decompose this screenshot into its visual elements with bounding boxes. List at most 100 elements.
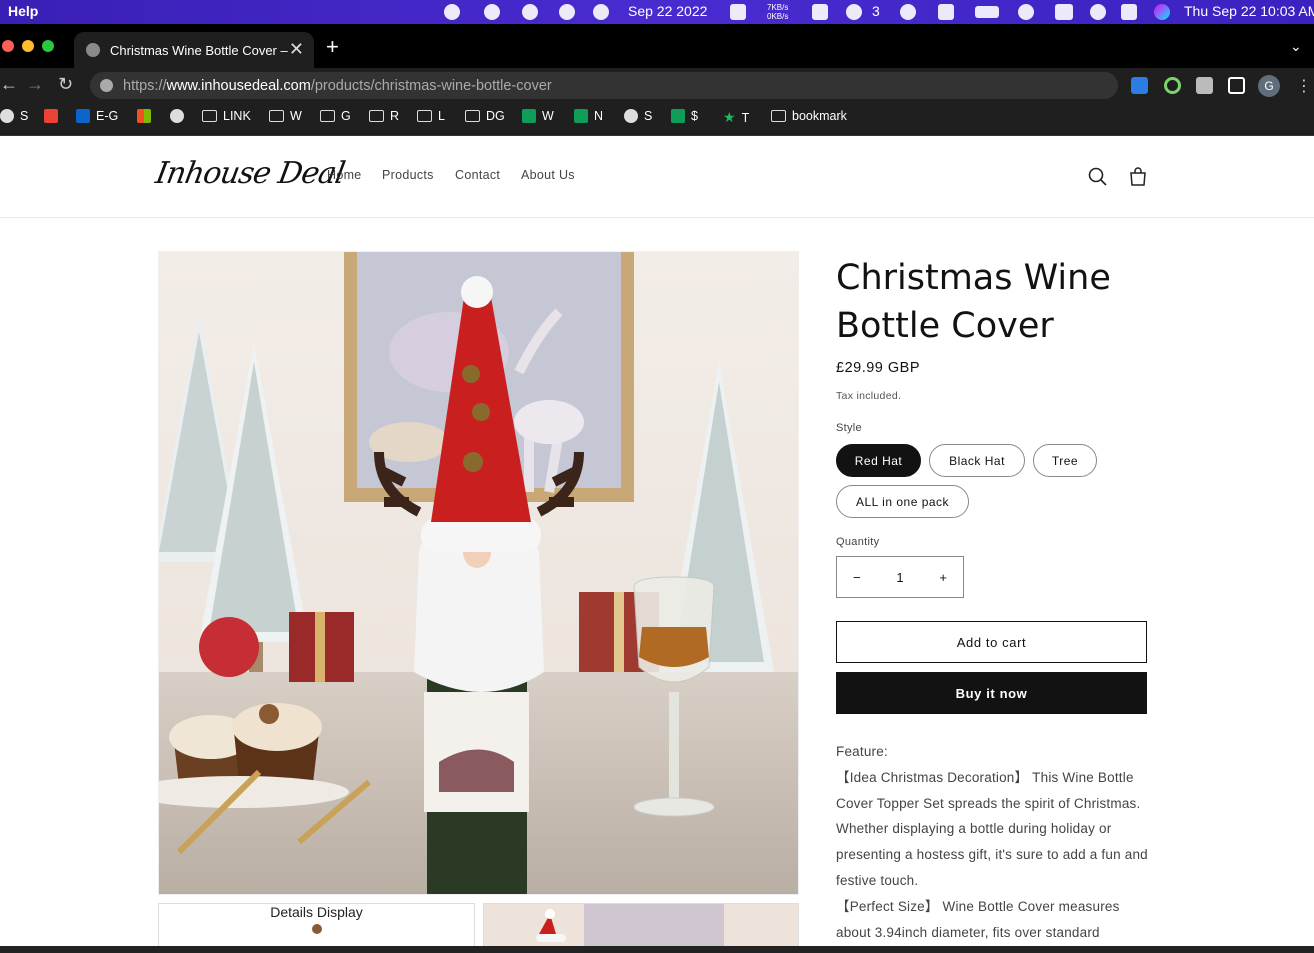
menubar-date[interactable]: Sep 22 2022 bbox=[628, 3, 707, 19]
bookmark-item[interactable]: W bbox=[522, 109, 554, 123]
close-tab-icon[interactable]: ✕ bbox=[289, 39, 304, 60]
nav-home[interactable]: Home bbox=[327, 168, 362, 182]
style-option-black-hat[interactable]: Black Hat bbox=[929, 444, 1025, 477]
bookmark-label: G bbox=[341, 109, 351, 123]
address-bar[interactable]: https://www.inhousedeal.com/products/chr… bbox=[90, 72, 1118, 99]
cart-icon[interactable] bbox=[1127, 166, 1149, 188]
battery-icon[interactable] bbox=[975, 6, 999, 18]
style-option-tree[interactable]: Tree bbox=[1033, 444, 1097, 477]
maximize-window-icon[interactable] bbox=[42, 40, 54, 52]
bookmark-item[interactable]: S bbox=[0, 109, 28, 123]
search-icon[interactable] bbox=[1087, 166, 1109, 188]
bookmark-item[interactable] bbox=[137, 109, 157, 123]
quantity-input[interactable]: 1 bbox=[896, 570, 903, 585]
tab-title: Christmas Wine Bottle Cover – bbox=[110, 42, 288, 58]
nav-products[interactable]: Products bbox=[382, 168, 434, 182]
cat-icon[interactable] bbox=[730, 4, 746, 20]
bookmark-item[interactable] bbox=[170, 109, 190, 123]
bookmark-item[interactable]: bookmark bbox=[771, 109, 847, 123]
viking-icon[interactable] bbox=[484, 4, 500, 20]
style-option-all-in-one[interactable]: ALL in one pack bbox=[836, 485, 969, 518]
bookmark-label: bookmark bbox=[792, 109, 847, 123]
quantity-decrease-button[interactable]: − bbox=[853, 570, 861, 585]
tax-note: Tax included. bbox=[836, 390, 902, 402]
bookmark-item[interactable]: DG bbox=[465, 109, 505, 123]
teamviewer-icon[interactable] bbox=[559, 4, 575, 20]
wifi-icon[interactable] bbox=[1018, 4, 1034, 20]
line-icon[interactable] bbox=[444, 4, 460, 20]
keyboard-icon[interactable] bbox=[1055, 4, 1073, 20]
spotlight-search-icon[interactable] bbox=[1090, 4, 1106, 20]
control-center-icon[interactable] bbox=[1121, 4, 1137, 20]
add-to-cart-button[interactable]: Add to cart bbox=[836, 621, 1147, 663]
bookmark-item[interactable]: G bbox=[320, 109, 351, 123]
browser-tab[interactable]: Christmas Wine Bottle Cover – ✕ bbox=[74, 32, 314, 68]
time-machine-icon[interactable] bbox=[900, 4, 916, 20]
bookmarks-bar bbox=[0, 102, 1314, 136]
bookmark-label: W bbox=[290, 109, 302, 123]
nav-about-us[interactable]: About Us bbox=[521, 168, 575, 182]
web-page: Inhouse Deal Home Products Contact About… bbox=[0, 136, 1314, 946]
site-logo[interactable]: Inhouse Deal bbox=[153, 156, 347, 191]
bookmark-label: N bbox=[594, 109, 604, 123]
quantity-label: Quantity bbox=[836, 536, 880, 548]
gmail-icon bbox=[44, 109, 58, 123]
folder-icon bbox=[269, 110, 284, 122]
menu-help[interactable]: Help bbox=[8, 3, 38, 19]
qq-icon[interactable] bbox=[522, 4, 538, 20]
globe-icon bbox=[86, 43, 100, 57]
quantity-increase-button[interactable]: + bbox=[939, 570, 947, 585]
description-paragraph: 【Idea Christmas Decoration】 This Wine Bo… bbox=[836, 769, 1148, 888]
thumbnail-image[interactable] bbox=[483, 903, 799, 946]
wechat-icon[interactable] bbox=[846, 4, 862, 20]
bookmark-item[interactable] bbox=[44, 109, 64, 123]
thumbnail-details-display[interactable]: Details Display bbox=[158, 903, 475, 946]
navigation-icon[interactable] bbox=[593, 4, 609, 20]
more-menu-icon[interactable]: ⋮ bbox=[1296, 76, 1312, 96]
input-method-icon[interactable] bbox=[938, 4, 954, 20]
folder-icon bbox=[465, 110, 480, 122]
bookmark-item[interactable]: W bbox=[269, 109, 302, 123]
url-path: /products/christmas-wine-bottle-cover bbox=[310, 77, 552, 94]
chevron-down-icon[interactable]: ⌄ bbox=[1290, 38, 1302, 55]
bookmark-item[interactable]: $ bbox=[671, 109, 698, 123]
bookmark-item[interactable]: N bbox=[574, 109, 603, 123]
style-label: Style bbox=[836, 422, 862, 434]
profile-avatar[interactable]: G bbox=[1258, 75, 1280, 97]
globe-icon bbox=[0, 109, 14, 123]
url-scheme: https:// bbox=[123, 77, 167, 94]
net-up-speed: 7KB/s bbox=[767, 3, 789, 12]
net-down-speed: 0KB/s bbox=[767, 12, 789, 21]
back-arrow-icon[interactable]: ← bbox=[0, 74, 18, 95]
bookmark-label: L bbox=[438, 109, 445, 123]
side-panel-icon[interactable] bbox=[1228, 77, 1245, 94]
bookmark-item[interactable]: LINK bbox=[202, 109, 251, 123]
bookmark-item[interactable]: L bbox=[417, 109, 445, 123]
bookmark-item[interactable]: E-G bbox=[76, 109, 118, 123]
buy-now-button[interactable]: Buy it now bbox=[836, 672, 1147, 714]
reload-icon[interactable]: ↻ bbox=[58, 74, 73, 95]
checkbox-icon[interactable] bbox=[812, 4, 828, 20]
bookmark-item[interactable]: S bbox=[624, 109, 652, 123]
sheets-icon bbox=[574, 109, 588, 123]
bookmark-item[interactable]: ★ T bbox=[723, 109, 749, 126]
minimize-window-icon[interactable] bbox=[22, 40, 34, 52]
download-extension-icon[interactable] bbox=[1131, 77, 1148, 94]
window-bottom-edge bbox=[0, 946, 1314, 953]
site-info-icon[interactable] bbox=[100, 79, 113, 92]
quantity-stepper: − 1 + bbox=[836, 556, 964, 598]
forward-arrow-icon[interactable]: → bbox=[26, 74, 44, 95]
close-window-icon[interactable] bbox=[2, 40, 14, 52]
style-option-red-hat[interactable]: Red Hat bbox=[836, 444, 921, 477]
extension-ring-icon[interactable] bbox=[1164, 77, 1181, 94]
nav-contact[interactable]: Contact bbox=[455, 168, 500, 182]
pinecone-icon bbox=[311, 924, 322, 934]
puzzle-icon[interactable] bbox=[1196, 77, 1213, 94]
new-tab-button[interactable]: + bbox=[326, 34, 339, 60]
description-paragraph: 【Perfect Size】 Wine Bottle Cover measure… bbox=[836, 898, 1120, 940]
bookmark-item[interactable]: R bbox=[369, 109, 399, 123]
microsoft-icon bbox=[137, 109, 151, 123]
siri-icon[interactable] bbox=[1154, 4, 1170, 20]
menubar-clock[interactable]: Thu Sep 22 10:03 AM bbox=[1184, 3, 1314, 19]
product-main-image[interactable] bbox=[158, 251, 799, 895]
